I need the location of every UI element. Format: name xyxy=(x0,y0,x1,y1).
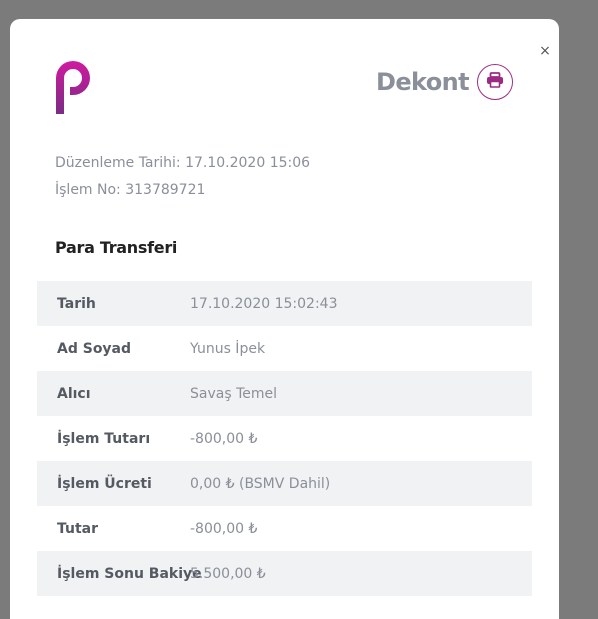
row-label: Ad Soyad xyxy=(57,340,132,357)
receipt-details-table: Tarih 17.10.2020 15:02:43 Ad Soyad Yunus… xyxy=(37,281,532,596)
section-title: Para Transferi xyxy=(55,238,178,257)
row-value: -800,00 ₺ xyxy=(190,520,258,537)
row-label: İşlem Ücreti xyxy=(57,475,152,492)
issue-date: Düzenleme Tarihi: 17.10.2020 15:06 xyxy=(55,155,311,171)
row-value: Savaş Temel xyxy=(190,385,278,402)
table-row: İşlem Tutarı -800,00 ₺ xyxy=(37,416,532,461)
papara-logo xyxy=(54,56,92,116)
row-label: Tarih xyxy=(57,295,96,312)
table-row: Alıcı Savaş Temel xyxy=(37,371,532,416)
row-label: İşlem Tutarı xyxy=(57,430,151,447)
table-row: Tarih 17.10.2020 15:02:43 xyxy=(37,281,532,326)
row-value: 17.10.2020 15:02:43 xyxy=(190,295,338,312)
transaction-number: İşlem No: 313789721 xyxy=(55,182,206,198)
receipt-modal: × Dekont Düzenleme Tarihi: 17.10.2020 15… xyxy=(10,19,559,619)
row-value: Yunus İpek xyxy=(190,340,266,357)
table-row: Tutar -800,00 ₺ xyxy=(37,506,532,551)
row-value: -800,00 ₺ xyxy=(190,430,258,447)
printer-icon xyxy=(486,72,504,92)
print-button[interactable] xyxy=(477,64,513,100)
page-title: Dekont xyxy=(376,68,470,96)
row-value: 0,00 ₺ (BSMV Dahil) xyxy=(190,475,331,492)
close-icon[interactable]: × xyxy=(537,43,553,59)
table-row: İşlem Sonu Bakiye 5.500,00 ₺ xyxy=(37,551,532,596)
table-row: İşlem Ücreti 0,00 ₺ (BSMV Dahil) xyxy=(37,461,532,506)
row-label: Tutar xyxy=(57,520,99,537)
row-label: İşlem Sonu Bakiye xyxy=(57,565,202,582)
row-value: 5.500,00 ₺ xyxy=(190,565,266,582)
table-row: Ad Soyad Yunus İpek xyxy=(37,326,532,371)
row-label: Alıcı xyxy=(57,385,91,402)
